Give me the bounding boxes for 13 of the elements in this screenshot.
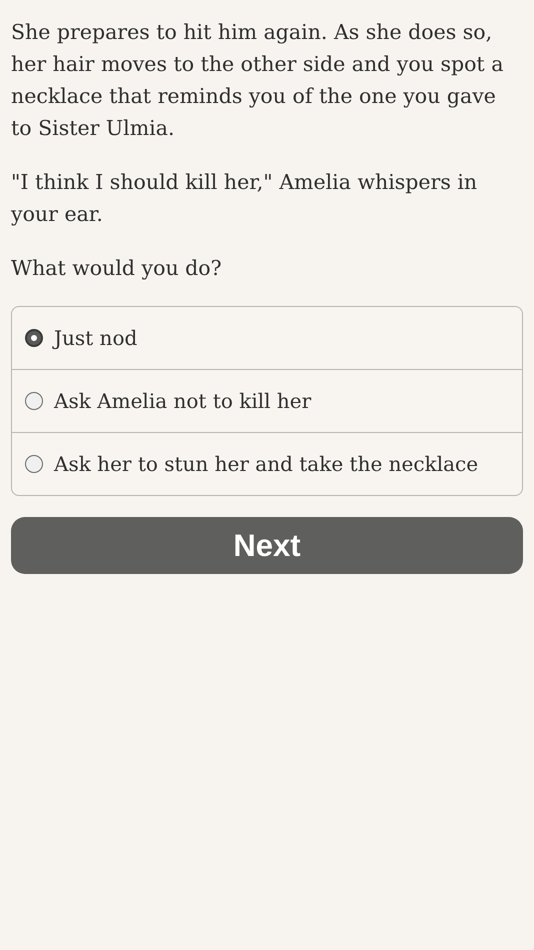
choice-label: Just nod [54, 326, 138, 350]
radio-button[interactable] [25, 392, 43, 410]
choice-label: Ask her to stun her and take the necklace [54, 452, 478, 476]
choice-option[interactable]: Ask her to stun her and take the necklace [12, 432, 522, 495]
story-paragraph: "I think I should kill her," Amelia whispers in your ear. [11, 169, 478, 228]
choice-label: Ask Amelia not to kill her [54, 389, 312, 413]
next-button[interactable]: Next [11, 517, 523, 574]
radio-button[interactable] [25, 329, 43, 347]
story-paragraph: She prepares to hit him again. As she does so, her hair moves to the other side and you spot a necklace that reminds you of the one you gave to Sister Ulmia. [11, 19, 504, 142]
choice-option[interactable]: Just nod [12, 307, 522, 369]
story-paragraph: What would you do? [11, 255, 223, 282]
radio-button[interactable] [25, 455, 43, 473]
choice-option[interactable]: Ask Amelia not to kill her [12, 369, 522, 432]
